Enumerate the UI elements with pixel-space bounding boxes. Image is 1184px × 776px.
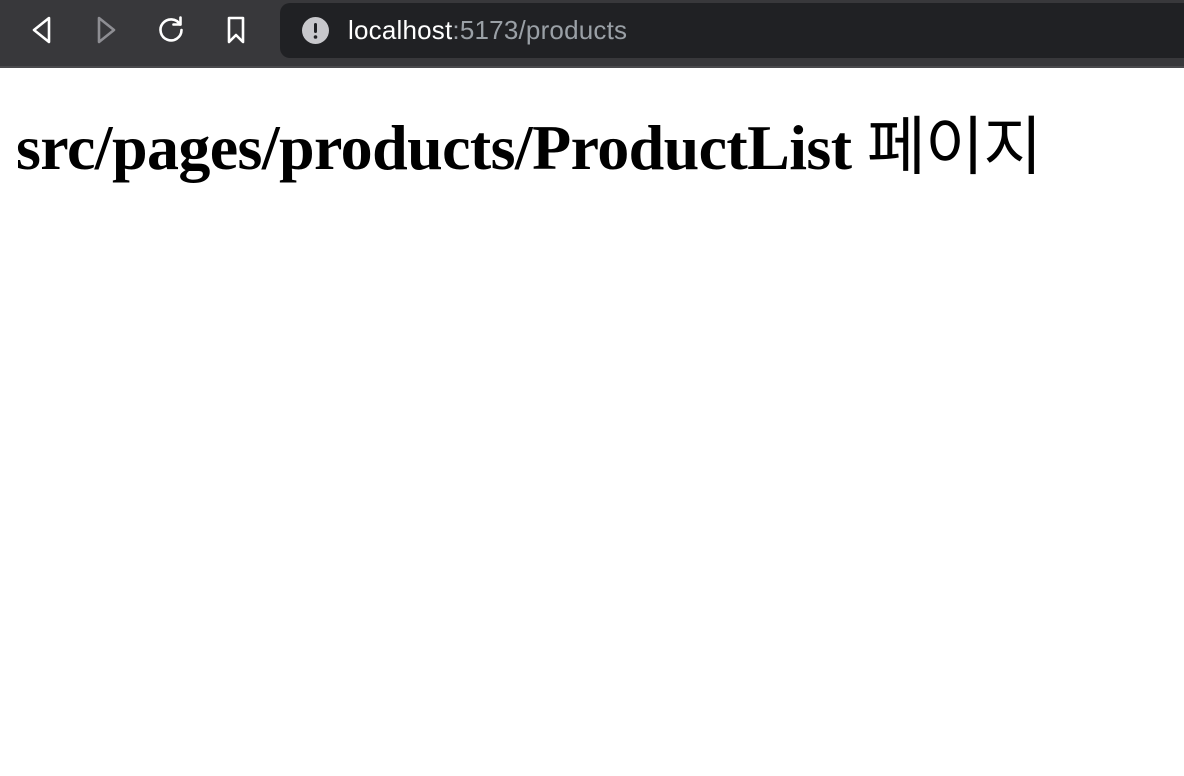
page-title-suffix: 페이지 xyxy=(866,111,1042,185)
reload-button[interactable] xyxy=(151,9,191,51)
address-bar[interactable]: localhost:5173/products xyxy=(280,3,1184,58)
url-text[interactable]: localhost:5173/products xyxy=(348,15,627,45)
bookmark-button[interactable] xyxy=(216,9,256,51)
back-arrow-icon xyxy=(29,15,55,45)
url-path: :5173/products xyxy=(452,15,628,45)
info-warning-icon[interactable] xyxy=(302,17,329,44)
bookmark-icon xyxy=(224,15,248,45)
back-button[interactable] xyxy=(22,9,62,51)
page-title: src/pages/products/ProductList 페이지 xyxy=(16,108,1042,188)
forward-arrow-icon xyxy=(93,15,119,45)
page-content: src/pages/products/ProductList 페이지 xyxy=(0,68,1184,776)
page-title-path: src/pages/products/ProductList xyxy=(16,112,852,183)
reload-icon xyxy=(156,15,186,45)
forward-button[interactable] xyxy=(86,9,126,51)
url-host: localhost xyxy=(348,15,453,45)
browser-toolbar: localhost:5173/products xyxy=(0,0,1184,68)
